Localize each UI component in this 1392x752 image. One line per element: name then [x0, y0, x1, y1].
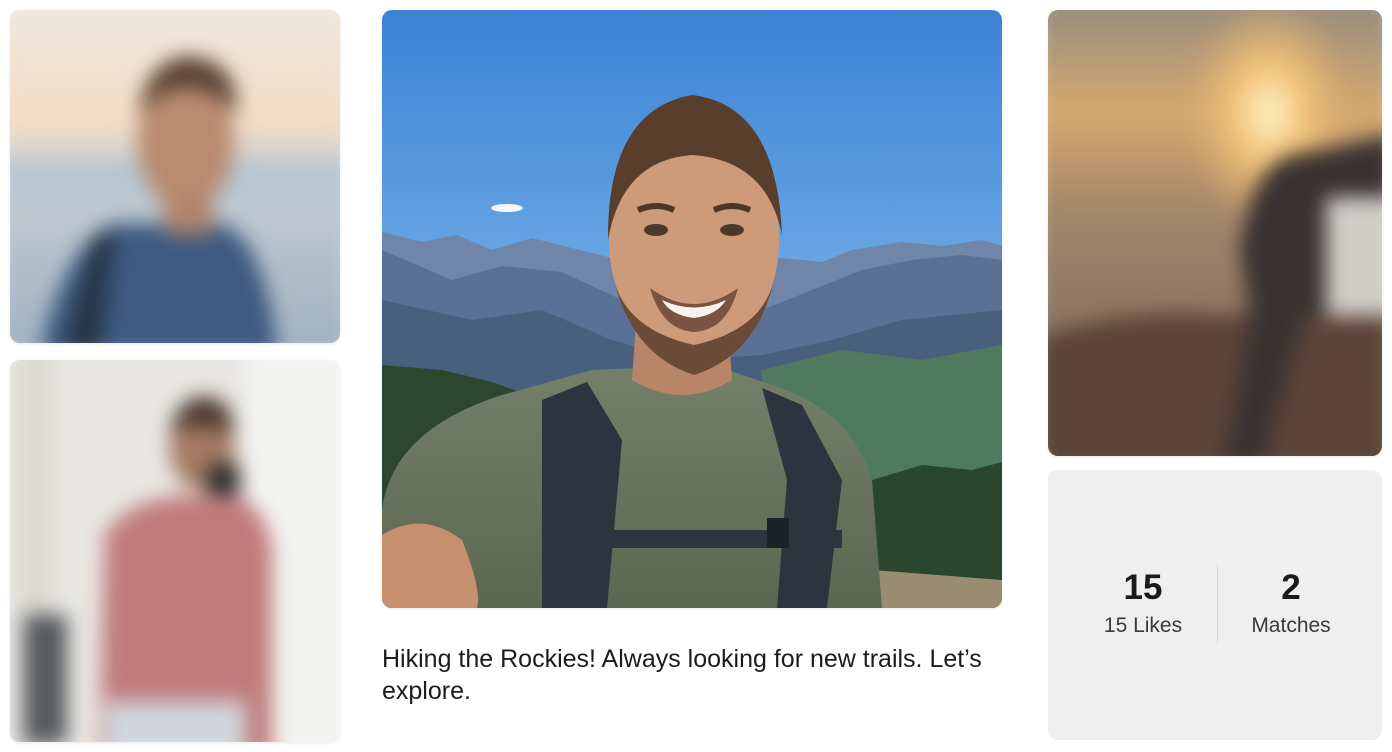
- profile-bio: Hiking the Rockies! Always looking for n…: [382, 645, 982, 705]
- profile-photo-thumbnail-2[interactable]: [10, 360, 340, 742]
- likes-count: 15: [1123, 568, 1163, 607]
- matches-stat[interactable]: 2 Matches: [1216, 568, 1366, 640]
- profile-photo-thumbnail-1[interactable]: [10, 10, 340, 343]
- likes-stat[interactable]: 15 15 Likes: [1068, 568, 1218, 640]
- matches-count: 2: [1281, 568, 1301, 607]
- blurred-photo-image: [10, 10, 340, 343]
- blurred-photo-image: [10, 360, 340, 742]
- matches-label: Matches: [1251, 614, 1331, 637]
- stats-panel: 15 15 Likes 2 Matches: [1048, 470, 1382, 740]
- main-profile-photo[interactable]: [382, 10, 1002, 608]
- profile-photo-thumbnail-3[interactable]: [1048, 10, 1382, 456]
- likes-label: 15 Likes: [1103, 614, 1183, 637]
- blurred-photo-image: [1048, 10, 1382, 456]
- mountain-selfie-image: [382, 10, 1002, 608]
